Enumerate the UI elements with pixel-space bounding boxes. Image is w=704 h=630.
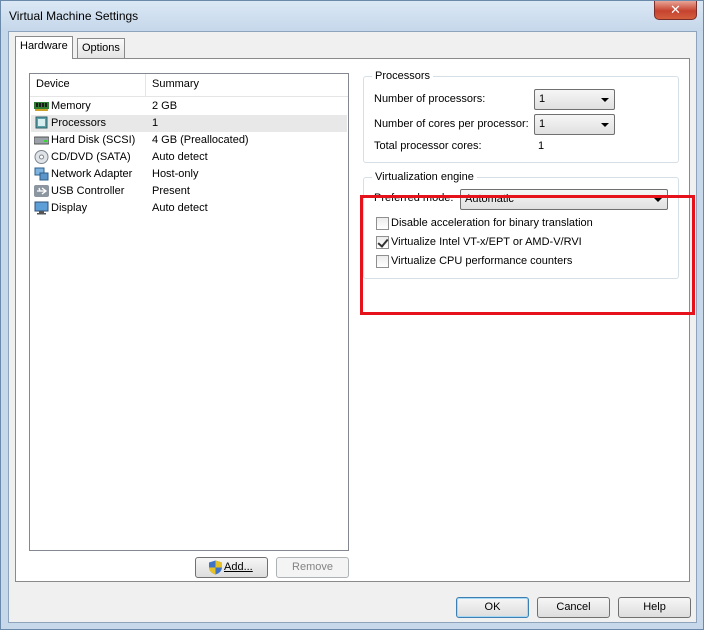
display-icon (34, 201, 49, 215)
help-button[interactable]: Help (618, 597, 691, 618)
device-summary: Present (152, 185, 190, 197)
device-row-cd-dvd[interactable]: CD/DVD (SATA) Auto detect (31, 149, 347, 166)
device-name: Memory (51, 100, 91, 112)
device-row-network-adapter[interactable]: Network Adapter Host-only (31, 166, 347, 183)
ok-button[interactable]: OK (456, 597, 529, 618)
column-header-device[interactable]: Device (30, 74, 146, 96)
dialog-body: Hardware Options Device Summary Memory 2… (8, 31, 697, 623)
num-processors-label: Number of processors: (374, 93, 486, 105)
device-name: USB Controller (51, 185, 125, 197)
virtualization-group-title: Virtualization engine (372, 171, 477, 183)
cd-dvd-icon (34, 150, 49, 164)
device-name: CD/DVD (SATA) (51, 151, 131, 163)
device-row-usb-controller[interactable]: USB Controller Present (31, 183, 347, 200)
settings-window: Virtual Machine Settings ✕ Hardware Opti… (0, 0, 704, 630)
usb-controller-icon (34, 185, 49, 197)
device-name: Hard Disk (SCSI) (51, 134, 136, 146)
device-summary: 2 GB (152, 100, 178, 112)
chevron-down-icon (601, 123, 609, 127)
device-row-hard-disk[interactable]: Hard Disk (SCSI) 4 GB (Preallocated) (31, 132, 347, 149)
add-button-label: Add... (224, 561, 253, 573)
network-adapter-icon (34, 167, 49, 181)
total-cores-label: Total processor cores: (374, 140, 482, 152)
memory-icon (34, 102, 49, 111)
hard-disk-icon (34, 136, 49, 145)
device-summary: Auto detect (152, 202, 208, 214)
cores-per-processor-select[interactable]: 1 (534, 114, 615, 135)
cores-per-processor-label: Number of cores per processor: (374, 118, 529, 130)
processors-group-title: Processors (372, 70, 434, 82)
title-bar[interactable]: Virtual Machine Settings ✕ (1, 1, 703, 31)
window-title: Virtual Machine Settings (9, 9, 139, 23)
tab-options[interactable]: Options (77, 38, 125, 58)
highlight-annotation (360, 195, 695, 315)
num-processors-select[interactable]: 1 (534, 89, 615, 110)
column-header-summary[interactable]: Summary (146, 74, 348, 96)
device-list-header: Device Summary (30, 74, 348, 97)
device-name: Processors (51, 117, 107, 129)
device-summary: 4 GB (Preallocated) (152, 134, 249, 146)
device-summary: Host-only (152, 168, 199, 180)
num-processors-value: 1 (539, 93, 546, 105)
total-cores-value: 1 (538, 140, 545, 152)
remove-hardware-button[interactable]: Remove (276, 557, 349, 578)
device-row-memory[interactable]: Memory 2 GB (31, 98, 347, 115)
device-name: Display (51, 202, 88, 214)
device-name: Network Adapter (51, 168, 133, 180)
cores-per-processor-value: 1 (539, 118, 546, 130)
chevron-down-icon (601, 98, 609, 102)
device-row-display[interactable]: Display Auto detect (31, 200, 347, 217)
add-hardware-button[interactable]: Add... (195, 557, 268, 578)
processors-group: Processors Number of processors: 1 Numbe… (363, 70, 679, 163)
device-list[interactable]: Device Summary Memory 2 GB Processors 1 … (29, 73, 349, 551)
hardware-panel: Device Summary Memory 2 GB Processors 1 … (15, 58, 695, 582)
processor-icon (35, 116, 48, 129)
device-summary: Auto detect (152, 151, 208, 163)
device-summary: 1 (152, 117, 159, 129)
cancel-button[interactable]: Cancel (537, 597, 610, 618)
tab-hardware[interactable]: Hardware (15, 36, 73, 59)
close-button[interactable]: ✕ (654, 1, 697, 20)
device-row-processors[interactable]: Processors 1 (31, 115, 347, 132)
shield-icon (209, 560, 222, 575)
